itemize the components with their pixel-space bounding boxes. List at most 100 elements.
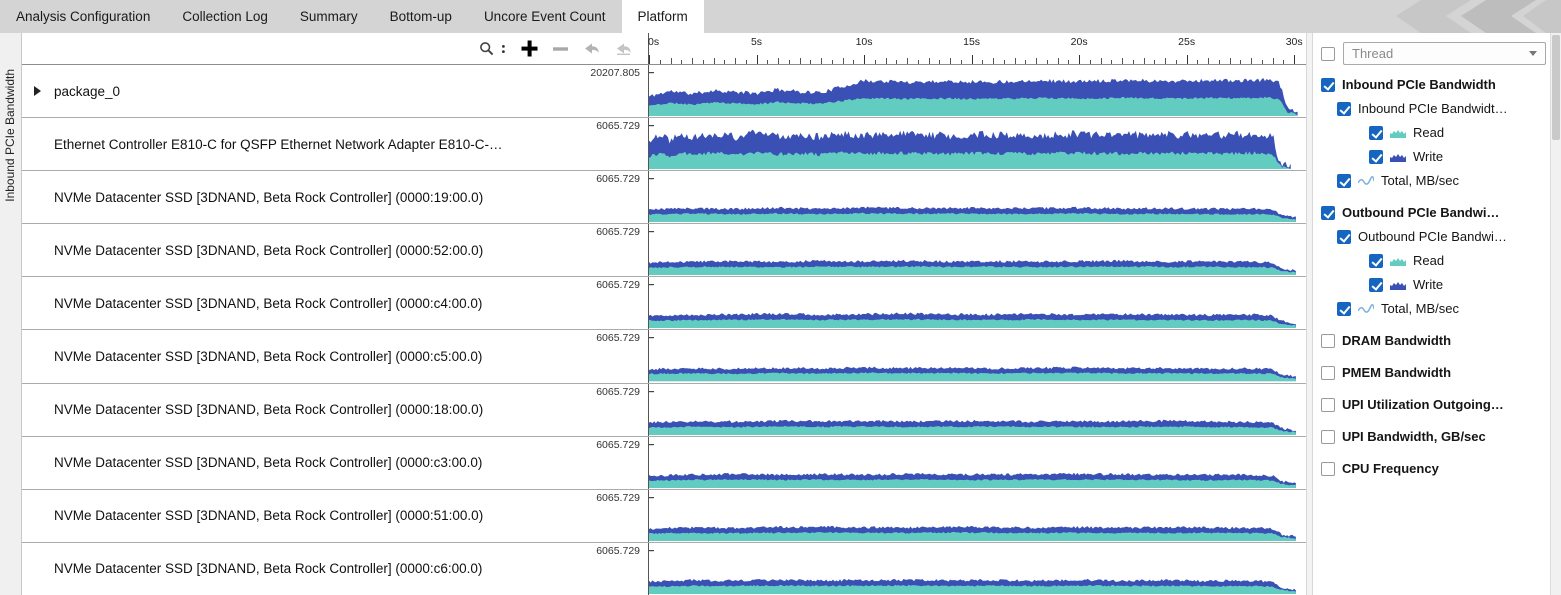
read-area-icon bbox=[1390, 127, 1406, 139]
legend-panel: Thread Inbound PCIe Bandwidth Inbound PC… bbox=[1313, 33, 1550, 595]
checkbox[interactable] bbox=[1321, 334, 1335, 348]
tab-analysis-configuration[interactable]: Analysis Configuration bbox=[0, 0, 166, 33]
legend-item-outbound-total[interactable]: Total, MB/sec bbox=[1337, 301, 1546, 316]
legend-item-inbound-read[interactable]: Read bbox=[1369, 125, 1546, 140]
checkbox[interactable] bbox=[1369, 278, 1383, 292]
grid-scrollbar[interactable] bbox=[1306, 33, 1313, 595]
legend-item-pmem-bandwidth[interactable]: PMEM Bandwidth bbox=[1321, 365, 1546, 380]
tab-uncore-event-count[interactable]: Uncore Event Count bbox=[468, 0, 622, 33]
bandwidth-chart bbox=[649, 72, 1306, 116]
bandwidth-chart-cell[interactable] bbox=[648, 171, 1306, 223]
checkbox[interactable] bbox=[1321, 462, 1335, 476]
checkbox[interactable] bbox=[1369, 150, 1383, 164]
bandwidth-grid: package_0 20207.805 Ethernet Controller … bbox=[22, 65, 1306, 595]
row-name-package-0[interactable]: package_0 20207.805 bbox=[22, 65, 648, 117]
row-name-nvme-19[interactable]: NVMe Datacenter SSD [3DNAND, Beta Rock C… bbox=[22, 171, 648, 223]
legend-item-dram-bandwidth[interactable]: DRAM Bandwidth bbox=[1321, 333, 1546, 348]
bandwidth-chart bbox=[649, 284, 1306, 328]
search-icon[interactable] bbox=[479, 41, 495, 57]
panel-scrollbar[interactable] bbox=[1550, 33, 1561, 595]
tab-summary[interactable]: Summary bbox=[284, 0, 374, 33]
checkbox[interactable] bbox=[1337, 102, 1351, 116]
row-max-value: 6065.729 bbox=[596, 279, 640, 291]
tab-bar: Analysis Configuration Collection Log Su… bbox=[0, 0, 1561, 33]
bandwidth-chart bbox=[649, 231, 1306, 275]
bandwidth-chart-cell[interactable] bbox=[648, 543, 1306, 595]
zoom-out-icon[interactable] bbox=[553, 46, 568, 52]
legend-item-inbound-total[interactable]: Total, MB/sec bbox=[1337, 173, 1546, 188]
undo-zoom-icon[interactable] bbox=[583, 42, 600, 55]
table-row: NVMe Datacenter SSD [3DNAND, Beta Rock C… bbox=[22, 542, 1306, 595]
checkbox[interactable] bbox=[1337, 230, 1351, 244]
total-line-icon bbox=[1358, 303, 1374, 315]
grid-toolbar bbox=[22, 33, 648, 64]
legend-item-inbound-pcie-bandwidth-sub[interactable]: Inbound PCIe Bandwidt… bbox=[1337, 101, 1546, 116]
legend-item-outbound-pcie-bandwidth[interactable]: Outbound PCIe Bandwi… bbox=[1321, 205, 1546, 220]
read-area-icon bbox=[1390, 255, 1406, 267]
row-max-value: 6065.729 bbox=[596, 439, 640, 451]
checkbox[interactable] bbox=[1337, 302, 1351, 316]
tab-bottom-up[interactable]: Bottom-up bbox=[374, 0, 468, 33]
bandwidth-chart-cell[interactable] bbox=[648, 224, 1306, 276]
row-name-ethernet[interactable]: Ethernet Controller E810-C for QSFP Ethe… bbox=[22, 118, 648, 170]
bandwidth-chart bbox=[649, 497, 1306, 541]
row-max-value: 6065.729 bbox=[596, 332, 640, 344]
redo-zoom-icon[interactable] bbox=[615, 42, 632, 55]
bandwidth-chart-cell[interactable] bbox=[648, 384, 1306, 436]
tab-collection-log[interactable]: Collection Log bbox=[166, 0, 284, 33]
bandwidth-chart bbox=[649, 125, 1306, 169]
bandwidth-chart bbox=[649, 550, 1306, 594]
row-name-nvme-c4[interactable]: NVMe Datacenter SSD [3DNAND, Beta Rock C… bbox=[22, 277, 648, 329]
header-decoration bbox=[1301, 0, 1561, 33]
row-name-nvme-18[interactable]: NVMe Datacenter SSD [3DNAND, Beta Rock C… bbox=[22, 384, 648, 436]
row-name-nvme-52[interactable]: NVMe Datacenter SSD [3DNAND, Beta Rock C… bbox=[22, 224, 648, 276]
legend-item-inbound-pcie-bandwidth[interactable]: Inbound PCIe Bandwidth bbox=[1321, 77, 1546, 92]
legend-item-outbound-write[interactable]: Write bbox=[1369, 277, 1546, 292]
table-row: NVMe Datacenter SSD [3DNAND, Beta Rock C… bbox=[22, 489, 1306, 542]
row-max-value: 6065.729 bbox=[596, 492, 640, 504]
write-area-icon bbox=[1390, 151, 1406, 163]
row-name-nvme-c5[interactable]: NVMe Datacenter SSD [3DNAND, Beta Rock C… bbox=[22, 330, 648, 382]
timeline-ruler[interactable]: 0s5s10s15s20s25s30s bbox=[648, 33, 1306, 64]
legend-item-inbound-write[interactable]: Write bbox=[1369, 149, 1546, 164]
table-row: NVMe Datacenter SSD [3DNAND, Beta Rock C… bbox=[22, 170, 1306, 223]
legend-item-upi-bandwidth[interactable]: UPI Bandwidth, GB/sec bbox=[1321, 429, 1546, 444]
zoom-in-icon[interactable] bbox=[521, 40, 538, 57]
tab-platform[interactable]: Platform bbox=[622, 0, 704, 33]
bandwidth-chart-cell[interactable] bbox=[648, 330, 1306, 382]
left-axis-label: Inbound PCIe Bandwidth bbox=[3, 69, 17, 202]
legend-item-upi-utilization[interactable]: UPI Utilization Outgoing… bbox=[1321, 397, 1546, 412]
thread-checkbox[interactable] bbox=[1321, 47, 1335, 61]
row-name-nvme-c3[interactable]: NVMe Datacenter SSD [3DNAND, Beta Rock C… bbox=[22, 437, 648, 489]
scrollbar-thumb[interactable] bbox=[1552, 35, 1560, 140]
checkbox[interactable] bbox=[1321, 398, 1335, 412]
legend-item-outbound-pcie-bandwidth-sub[interactable]: Outbound PCIe Bandwi… bbox=[1337, 229, 1546, 244]
bandwidth-chart-cell[interactable] bbox=[648, 277, 1306, 329]
row-name-nvme-c6[interactable]: NVMe Datacenter SSD [3DNAND, Beta Rock C… bbox=[22, 543, 648, 595]
checkbox[interactable] bbox=[1321, 206, 1335, 220]
bandwidth-chart bbox=[649, 444, 1306, 488]
table-row: Ethernet Controller E810-C for QSFP Ethe… bbox=[22, 117, 1306, 170]
table-row: package_0 20207.805 bbox=[22, 65, 1306, 117]
checkbox[interactable] bbox=[1321, 78, 1335, 92]
row-max-value: 6065.729 bbox=[596, 386, 640, 398]
legend-item-outbound-read[interactable]: Read bbox=[1369, 253, 1546, 268]
table-row: NVMe Datacenter SSD [3DNAND, Beta Rock C… bbox=[22, 223, 1306, 276]
bandwidth-chart-cell[interactable] bbox=[648, 118, 1306, 170]
row-max-value: 6065.729 bbox=[596, 545, 640, 557]
thread-dropdown[interactable]: Thread bbox=[1343, 42, 1546, 65]
checkbox[interactable] bbox=[1337, 174, 1351, 188]
checkbox[interactable] bbox=[1321, 366, 1335, 380]
write-area-icon bbox=[1390, 279, 1406, 291]
checkbox[interactable] bbox=[1321, 430, 1335, 444]
bandwidth-chart-cell[interactable] bbox=[648, 65, 1306, 117]
bandwidth-chart-cell[interactable] bbox=[648, 437, 1306, 489]
checkbox[interactable] bbox=[1369, 254, 1383, 268]
legend-item-cpu-frequency[interactable]: CPU Frequency bbox=[1321, 461, 1546, 476]
checkbox[interactable] bbox=[1369, 126, 1383, 140]
row-name-nvme-51[interactable]: NVMe Datacenter SSD [3DNAND, Beta Rock C… bbox=[22, 490, 648, 542]
row-max-value: 6065.729 bbox=[596, 173, 640, 185]
expand-arrow-icon[interactable] bbox=[34, 86, 41, 96]
more-dots-icon[interactable] bbox=[501, 42, 506, 56]
bandwidth-chart-cell[interactable] bbox=[648, 490, 1306, 542]
